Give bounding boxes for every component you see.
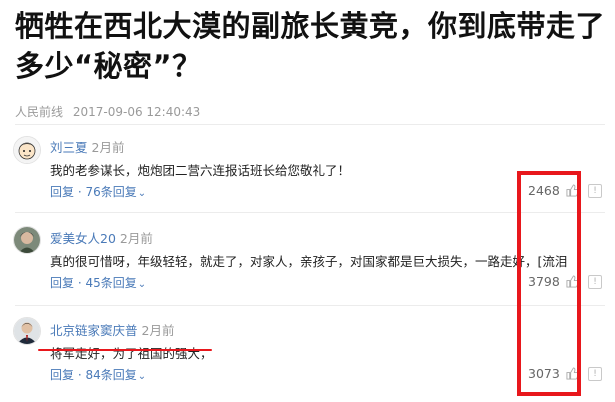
portrait-avatar-icon[interactable]: [13, 317, 41, 345]
comment-time: 2月前: [91, 140, 125, 155]
report-icon[interactable]: !: [588, 184, 602, 198]
article-source[interactable]: 人民前线: [15, 105, 63, 119]
comment-username[interactable]: 爱美女人20: [50, 231, 116, 246]
comment-username[interactable]: 北京链家窦庆普: [50, 323, 138, 338]
reply-label: 回复 · 76条回复: [50, 185, 137, 199]
photo-avatar-icon[interactable]: [13, 226, 41, 254]
reply-label: 回复 · 45条回复: [50, 276, 137, 290]
comment-time: 2月前: [141, 323, 175, 338]
chevron-down-icon: ⌄: [137, 188, 147, 199]
reply-label: 回复 · 84条回复: [50, 368, 137, 382]
comment-user: 北京链家窦庆普 2月前: [50, 320, 174, 339]
comment-text: 我的老参谋长，炮炮团二营六连报话班长给您敬礼了！: [50, 163, 351, 178]
cartoon-avatar-icon[interactable]: [13, 136, 41, 164]
comment-text: 真的很可惜呀，年级轻轻，就走了，对家人，亲孩子，对国家都是巨大损失，一路走好，[…: [50, 254, 568, 269]
reply-button[interactable]: 回复 · 84条回复⌄: [50, 366, 146, 383]
report-icon[interactable]: !: [588, 275, 602, 289]
comment-time: 2月前: [119, 231, 153, 246]
comment-text: 将军走好，为了祖国的强大，: [50, 346, 213, 361]
article-meta: 人民前线 2017-09-06 12:40:43: [15, 103, 200, 120]
annotation-highlight-box: [517, 171, 581, 396]
reply-button[interactable]: 回复 · 45条回复⌄: [50, 274, 146, 291]
comment-user: 刘三夏 2月前: [50, 137, 124, 156]
comment-username[interactable]: 刘三夏: [50, 140, 88, 155]
reply-button[interactable]: 回复 · 76条回复⌄: [50, 183, 146, 200]
chevron-down-icon: ⌄: [137, 279, 147, 290]
annotation-underline: [38, 349, 212, 351]
article-datetime: 2017-09-06 12:40:43: [72, 105, 201, 119]
article-title: 牺牲在西北大漠的副旅长黄竞，你到底带走了多少“秘密”？: [15, 9, 606, 83]
comment-user: 爱美女人20 2月前: [50, 228, 153, 247]
divider: [15, 124, 605, 125]
chevron-down-icon: ⌄: [137, 371, 147, 382]
report-icon[interactable]: !: [588, 367, 602, 381]
